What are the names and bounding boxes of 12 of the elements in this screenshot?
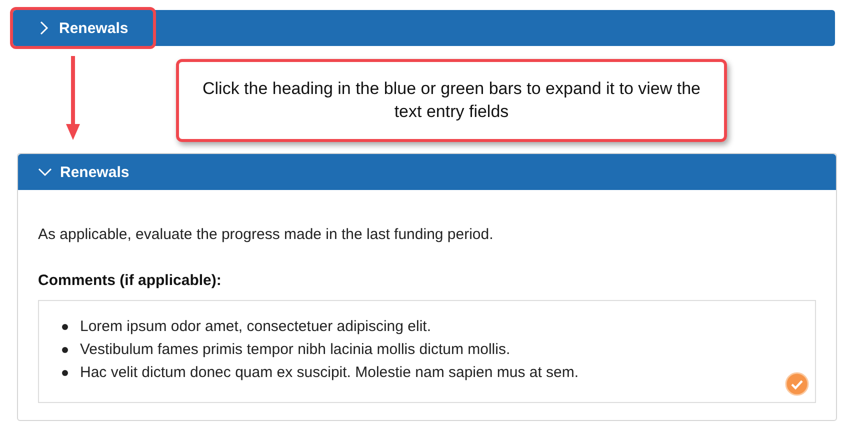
- instruction-callout: Click the heading in the blue or green bars to expand it to view the text entry fields: [176, 59, 727, 142]
- comments-label: Comments (if applicable):: [38, 272, 222, 289]
- bullet-dot: [62, 324, 68, 330]
- prompt-text: As applicable, evaluate the progress made in the last funding period.: [38, 226, 494, 243]
- bullet-dot: [62, 370, 68, 376]
- bullet-dot: [62, 346, 68, 352]
- comment-text: Vestibulum fames primis tempor nibh lacinia mollis dictum mollis.: [80, 341, 510, 358]
- comment-text: Lorem ipsum odor amet, consectetuer adipiscing elit.: [80, 318, 432, 335]
- section-heading[interactable]: Renewals: [13, 10, 128, 46]
- comment-text: Hac velit dictum donec quam ex suscipit. Molestie nam sapien mus at sem.: [80, 364, 579, 381]
- section-heading[interactable]: Renewals: [18, 154, 130, 190]
- comments-field[interactable]: Lorem ipsum odor amet, consectetuer adipiscing elit. Vestibulum fames primis tempor nibh lacinia mollis dictum mollis. Hac velit dictum donec quam ex suscipit. Molestie nam sapien mus at sem.: [38, 300, 816, 403]
